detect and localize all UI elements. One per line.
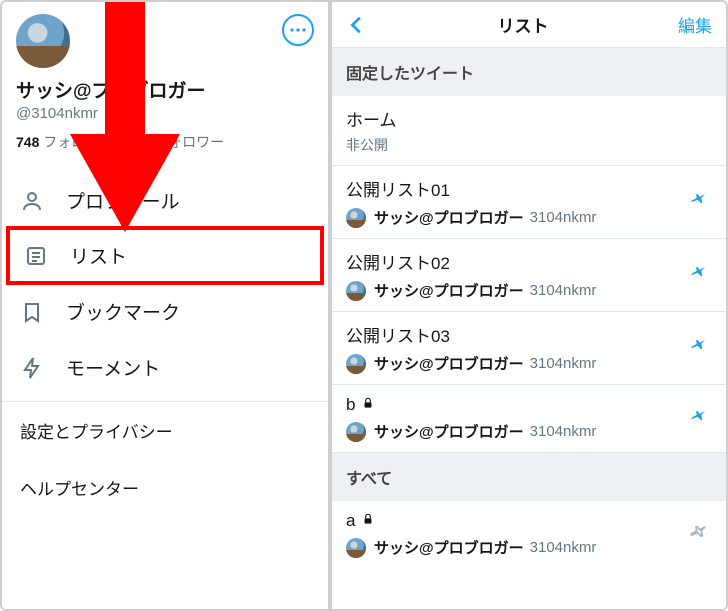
list-title: 公開リスト01 (346, 176, 712, 201)
list-title: a (346, 511, 355, 531)
section-header-pinned: 固定したツイート (332, 48, 726, 96)
avatar[interactable] (16, 14, 70, 68)
owner-name: サッシ@プロブロガー (374, 421, 524, 442)
lists-screen: リスト 編集 固定したツイート ホーム 非公開 公開リスト01 サッシ@プロブロ… (332, 2, 726, 609)
menu-item-profile[interactable]: プロフィール (2, 172, 328, 228)
menu-label: プロフィール (66, 187, 180, 214)
followers-count: 1,321 (115, 134, 150, 150)
pin-icon[interactable] (688, 262, 710, 289)
list-row[interactable]: b サッシ@プロブロガー 3104nkmr (332, 385, 726, 453)
owner-handle: 3104nkmr (530, 423, 597, 440)
menu-label: ブックマーク (66, 298, 180, 325)
mini-avatar (346, 538, 366, 558)
pin-icon[interactable] (688, 335, 710, 362)
bookmark-icon (20, 300, 44, 324)
screen-header: リスト 編集 (332, 2, 726, 48)
list-title: ホーム (346, 106, 712, 131)
list-icon (24, 244, 48, 268)
list-title: b (346, 395, 355, 415)
menu-item-settings[interactable]: 設定とプライバシー (2, 402, 328, 459)
pin-outline-icon[interactable] (688, 521, 710, 548)
following-label: フォロー (43, 134, 99, 150)
menu-item-help[interactable]: ヘルプセンター (2, 459, 328, 516)
menu-label: リスト (70, 242, 127, 269)
pin-icon[interactable] (688, 405, 710, 432)
pin-icon[interactable] (688, 189, 710, 216)
edit-button[interactable]: 編集 (674, 12, 716, 37)
follow-stats[interactable]: 748 フォロー 1,321 フォロワー (16, 132, 314, 152)
handle[interactable]: @3104nkmr (16, 105, 314, 122)
owner-handle: 3104nkmr (530, 539, 597, 556)
menu-item-lists[interactable]: リスト (6, 226, 324, 285)
owner-name: サッシ@プロブロガー (374, 280, 524, 301)
display-name[interactable]: サッシ@プロブロガー (16, 76, 314, 103)
following-count: 748 (16, 134, 39, 150)
menu-item-moments[interactable]: モーメント (2, 339, 328, 395)
lock-icon (361, 395, 375, 415)
page-title: リスト (372, 12, 674, 37)
back-button[interactable] (342, 14, 372, 36)
followers-label: フォロワー (154, 134, 224, 150)
owner-name: サッシ@プロブロガー (374, 207, 524, 228)
owner-handle: 3104nkmr (530, 282, 597, 299)
person-icon (20, 189, 44, 213)
menu-label: モーメント (66, 354, 160, 381)
mini-avatar (346, 354, 366, 374)
owner-name: サッシ@プロブロガー (374, 353, 524, 374)
owner-name: サッシ@プロブロガー (374, 537, 524, 558)
list-row-home[interactable]: ホーム 非公開 (332, 96, 726, 166)
mini-avatar (346, 281, 366, 301)
more-button[interactable] (282, 14, 314, 46)
list-row[interactable]: 公開リスト02 サッシ@プロブロガー 3104nkmr (332, 239, 726, 312)
owner-handle: 3104nkmr (530, 209, 597, 226)
list-row[interactable]: 公開リスト01 サッシ@プロブロガー 3104nkmr (332, 166, 726, 239)
moments-icon (20, 356, 44, 380)
lock-icon (361, 511, 375, 531)
mini-avatar (346, 422, 366, 442)
list-subtitle: 非公開 (346, 135, 712, 155)
section-header-all: すべて (332, 453, 726, 501)
drawer-panel: サッシ@プロブロガー @3104nkmr 748 フォロー 1,321 フォロワ… (2, 2, 332, 609)
menu-item-bookmarks[interactable]: ブックマーク (2, 283, 328, 339)
mini-avatar (346, 208, 366, 228)
owner-handle: 3104nkmr (530, 355, 597, 372)
list-title: 公開リスト02 (346, 249, 712, 274)
list-row[interactable]: a サッシ@プロブロガー 3104nkmr (332, 501, 726, 568)
list-title: 公開リスト03 (346, 322, 712, 347)
list-row[interactable]: 公開リスト03 サッシ@プロブロガー 3104nkmr (332, 312, 726, 385)
